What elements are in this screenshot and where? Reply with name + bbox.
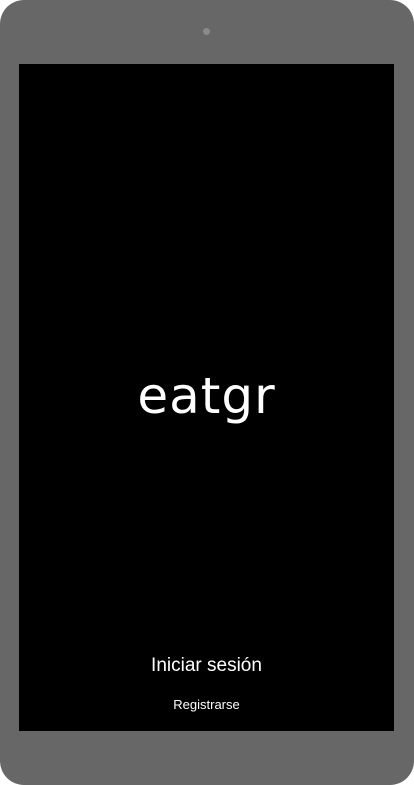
- tablet-frame: eatgr Iniciar sesión Registrarse: [0, 0, 414, 785]
- app-logo: eatgr: [137, 367, 276, 425]
- app-screen: eatgr Iniciar sesión Registrarse: [19, 64, 394, 731]
- login-button[interactable]: Iniciar sesión: [19, 654, 394, 678]
- front-camera: [203, 28, 210, 35]
- register-link[interactable]: Registrarse: [19, 696, 394, 714]
